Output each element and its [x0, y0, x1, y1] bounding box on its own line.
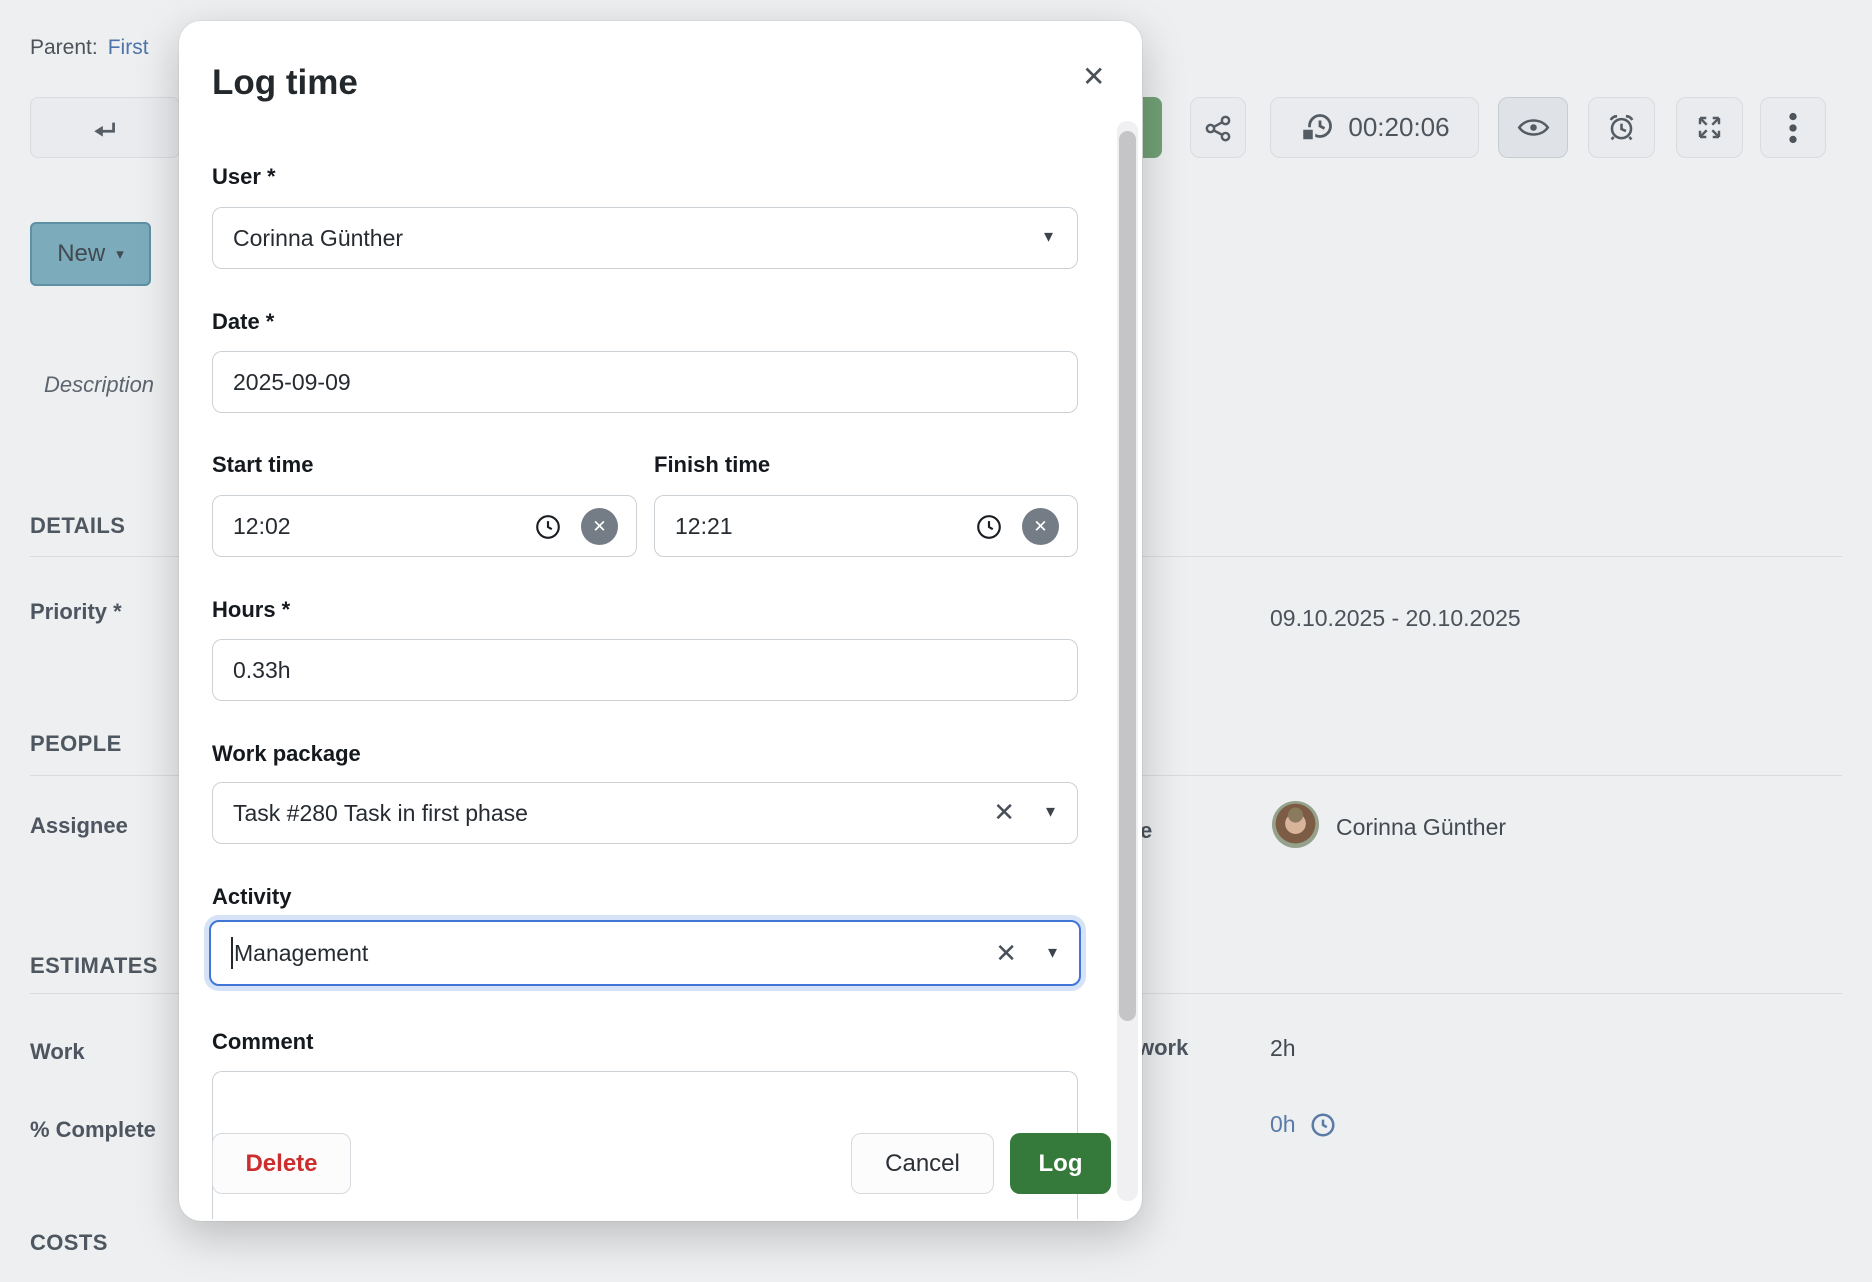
hours-input[interactable]: 0.33h — [212, 639, 1078, 701]
timer-value: 00:20:06 — [1348, 112, 1449, 143]
activity-value: Management — [234, 940, 368, 967]
avatar — [1272, 801, 1319, 848]
share-button[interactable] — [1190, 97, 1246, 158]
chevron-down-icon: ▾ — [116, 245, 124, 263]
section-estimates: ESTIMATES — [30, 953, 158, 979]
parent-label: Parent: — [30, 36, 98, 60]
kebab-icon — [1788, 112, 1798, 144]
log-button[interactable]: Log — [1010, 1133, 1111, 1194]
work-package-select[interactable]: Task #280 Task in first phase ✕ ▾ — [212, 782, 1078, 844]
user-field-label: User * — [212, 164, 276, 190]
reminder-button[interactable] — [1588, 97, 1655, 158]
work-package-label: Work package — [212, 741, 361, 767]
hours-field-label: Hours * — [212, 597, 290, 623]
priority-label: Priority * — [30, 599, 122, 625]
hours-input-value: 0.33h — [233, 657, 291, 684]
share-icon — [1203, 113, 1233, 143]
start-time-label: Start time — [212, 452, 313, 478]
date-input-value: 2025-09-09 — [233, 369, 351, 396]
clock-icon[interactable] — [534, 513, 562, 541]
back-arrow-icon — [90, 113, 120, 143]
spent-time-row[interactable]: 0h — [1270, 1111, 1336, 1138]
start-time-input[interactable]: 12:02 ✕ — [212, 495, 637, 557]
close-icon[interactable]: ✕ — [1076, 54, 1111, 99]
text-cursor — [231, 937, 233, 969]
fullscreen-button[interactable] — [1676, 97, 1743, 158]
work-package-page: Parent: First 00:20:06 — [0, 0, 1872, 1282]
finish-time-value: 12:21 — [675, 513, 733, 540]
clear-time-icon[interactable]: ✕ — [1022, 508, 1059, 545]
remaining-work-value[interactable]: 2h — [1270, 1035, 1296, 1062]
new-button-label: New — [57, 240, 105, 268]
back-button[interactable] — [30, 97, 180, 158]
status-button-partial[interactable] — [1143, 97, 1162, 158]
expand-icon — [1695, 113, 1724, 142]
activity-select[interactable]: Management ✕ ▾ — [209, 920, 1081, 986]
stop-timer-icon — [1299, 112, 1335, 144]
clock-icon — [1310, 1112, 1336, 1138]
spent-time-value[interactable]: 0h — [1270, 1111, 1296, 1138]
remaining-work-label-partial: work — [1137, 1035, 1188, 1061]
work-package-value: Task #280 Task in first phase — [233, 800, 528, 827]
cancel-button[interactable]: Cancel — [851, 1133, 994, 1194]
finish-time-label: Finish time — [654, 452, 770, 478]
description-field[interactable]: Description — [44, 372, 154, 398]
chevron-down-icon[interactable]: ▾ — [1048, 942, 1057, 963]
new-button[interactable]: New ▾ — [30, 222, 151, 286]
clear-selection-icon[interactable]: ✕ — [993, 797, 1015, 828]
date-field-label: Date * — [212, 309, 274, 335]
user-select-value: Corinna Günther — [233, 225, 403, 252]
user-select[interactable]: Corinna Günther ▾ — [212, 207, 1078, 269]
modal-scrollbar-thumb[interactable] — [1119, 131, 1136, 1021]
eye-icon — [1517, 115, 1550, 140]
start-time-value: 12:02 — [233, 513, 291, 540]
parent-link[interactable]: First — [108, 36, 149, 60]
date-range-value[interactable]: 09.10.2025 - 20.10.2025 — [1270, 605, 1521, 632]
timer-button[interactable]: 00:20:06 — [1270, 97, 1479, 158]
chevron-down-icon[interactable]: ▾ — [1046, 801, 1055, 822]
clear-selection-icon[interactable]: ✕ — [995, 938, 1017, 969]
accountable-value[interactable]: Corinna Günther — [1336, 814, 1506, 841]
clock-icon[interactable] — [975, 513, 1003, 541]
activity-label: Activity — [212, 884, 291, 910]
section-people: PEOPLE — [30, 731, 122, 757]
assignee-label: Assignee — [30, 813, 128, 839]
work-label: Work — [30, 1039, 85, 1065]
alarm-clock-icon — [1606, 112, 1637, 143]
clear-time-icon[interactable]: ✕ — [581, 508, 618, 545]
finish-time-input[interactable]: 12:21 ✕ — [654, 495, 1078, 557]
log-time-modal: Log time ✕ User * Corinna Günther ▾ Date… — [179, 21, 1142, 1221]
comment-label: Comment — [212, 1029, 313, 1055]
more-menu-button[interactable] — [1760, 97, 1826, 158]
section-costs: COSTS — [30, 1230, 108, 1256]
date-input[interactable]: 2025-09-09 — [212, 351, 1078, 413]
percent-complete-label: % Complete — [30, 1117, 156, 1143]
delete-button[interactable]: Delete — [212, 1133, 351, 1194]
modal-title: Log time — [212, 63, 358, 103]
chevron-down-icon[interactable]: ▾ — [1044, 226, 1053, 247]
clear-x-glyph: ✕ — [1033, 517, 1047, 537]
section-details: DETAILS — [30, 513, 125, 539]
clear-x-glyph: ✕ — [592, 517, 606, 537]
watch-button[interactable] — [1498, 97, 1568, 158]
